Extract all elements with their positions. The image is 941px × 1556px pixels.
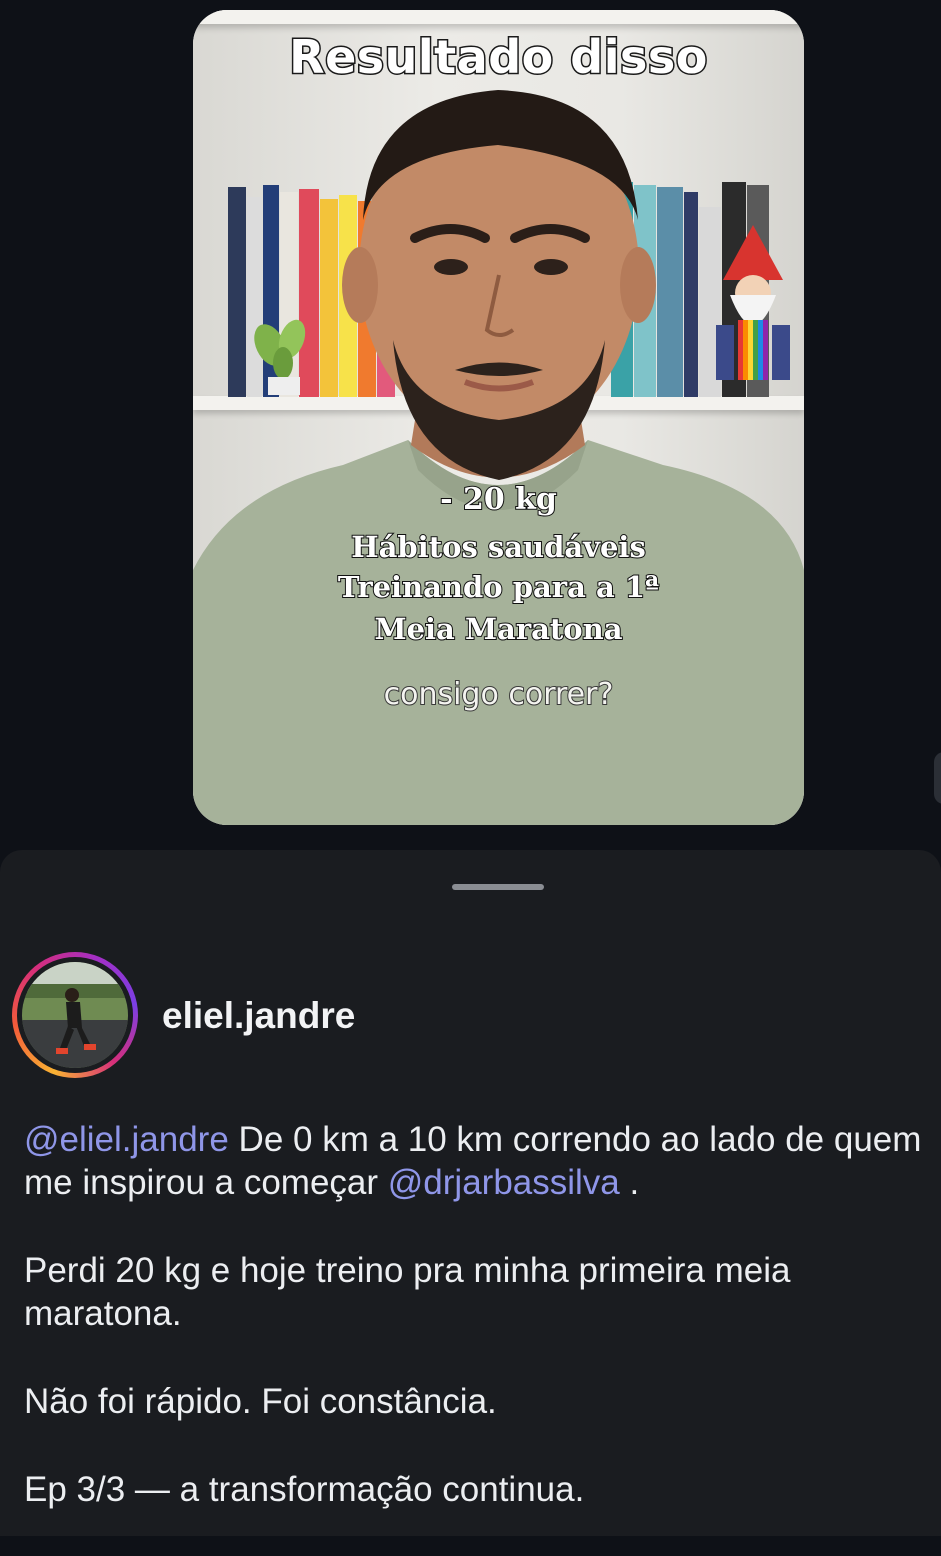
caption-paragraph: Ep 3/3 — a transformação continua. — [24, 1470, 585, 1509]
mention-link[interactable]: @drjarbassilva — [388, 1163, 620, 1202]
mention-link[interactable]: @eliel.jandre — [24, 1120, 229, 1159]
post-username[interactable]: eliel.jandre — [162, 995, 355, 1037]
caption-sheet: eliel.jandre @eliel.jandre De 0 km a 10 … — [0, 850, 941, 1536]
caption-paragraph: Perdi 20 kg e hoje treino pra minha prim… — [24, 1251, 791, 1333]
overlay-line: - 20 kg — [439, 481, 558, 518]
media-title-text: Resultado disso — [288, 29, 709, 86]
avatar[interactable] — [22, 962, 128, 1068]
caption-text: . — [619, 1163, 640, 1202]
caption-paragraph: Não foi rápido. Foi constância. — [24, 1382, 497, 1421]
overlay-question-text: consigo correr? — [383, 676, 615, 713]
caption-paragraph: @eliel.jandre De 0 km a 10 km correndo a… — [24, 1118, 934, 1204]
post-media[interactable]: Resultado disso - 20 kg Hábitos saudávei… — [193, 10, 804, 825]
overlay-line: Hábitos saudáveis — [350, 529, 647, 565]
post-caption: @eliel.jandre De 0 km a 10 km correndo a… — [24, 1118, 934, 1556]
overlay-line: Treinando para a 1ª — [337, 569, 660, 605]
sheet-drag-handle[interactable] — [452, 884, 544, 890]
avatar-story-ring[interactable] — [12, 952, 138, 1078]
overlay-line: Meia Maratona — [373, 611, 623, 647]
side-scroll-handle[interactable] — [934, 752, 941, 804]
